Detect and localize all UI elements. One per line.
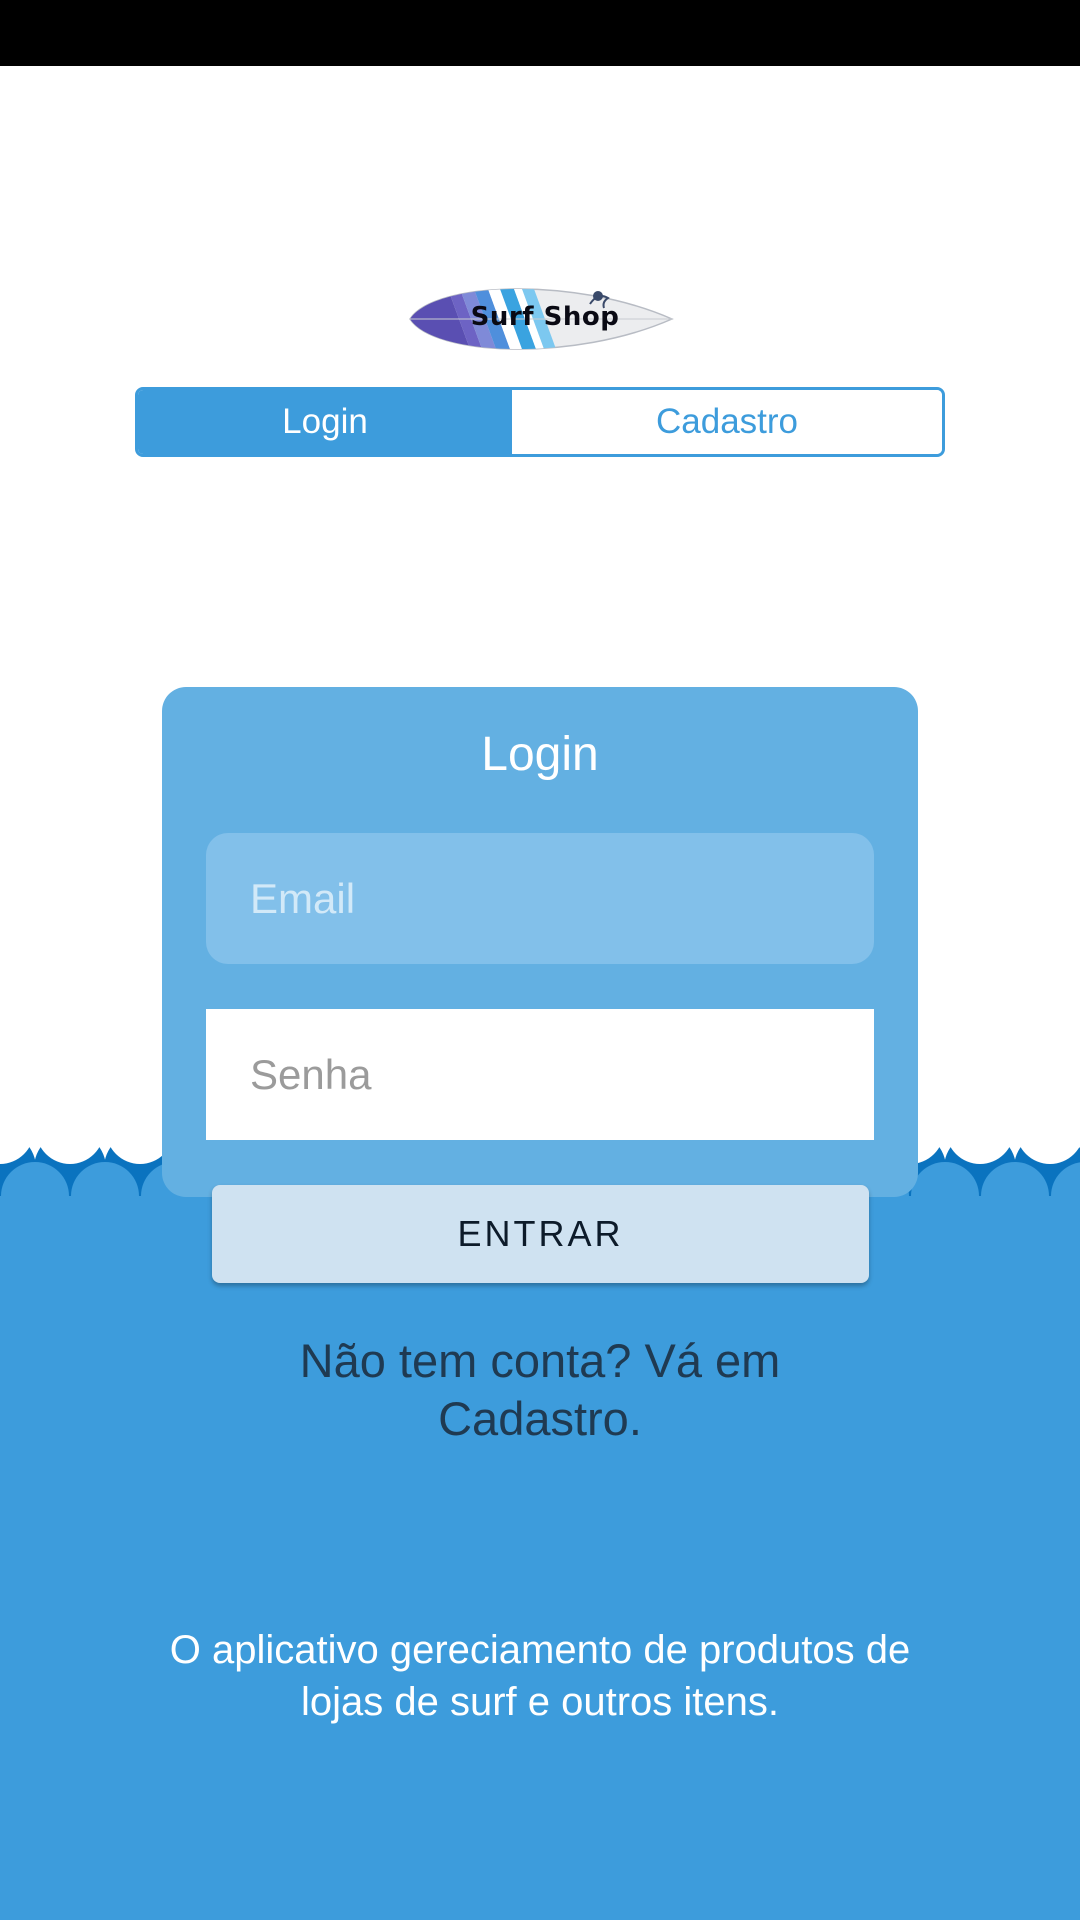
app-description: O aplicativo gereciamento de produtos de… <box>169 1628 911 1724</box>
signup-hint[interactable]: Não tem conta? Vá em Cadastro. <box>240 1332 840 1448</box>
email-field[interactable] <box>206 833 874 964</box>
tab-cadastro[interactable]: Cadastro <box>512 390 942 454</box>
tab-login[interactable]: Login <box>138 390 512 454</box>
status-bar <box>0 0 1080 66</box>
password-field[interactable] <box>206 1009 874 1140</box>
login-card-title: Login <box>481 728 599 781</box>
enter-button[interactable]: ENTRAR <box>212 1185 869 1283</box>
logo-text: Surf Shop <box>470 302 620 332</box>
auth-tabs: Login Cadastro <box>135 387 945 457</box>
